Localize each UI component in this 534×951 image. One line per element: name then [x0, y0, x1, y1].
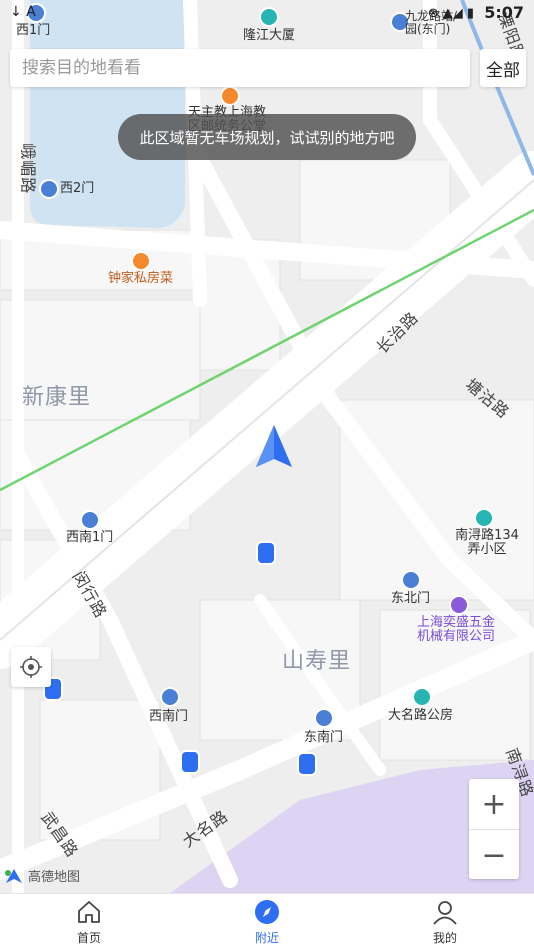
zoom-in-button[interactable]: +: [469, 779, 519, 829]
food-pin-icon[interactable]: [133, 253, 149, 269]
crosshair-icon: [20, 656, 42, 678]
poi-label[interactable]: 东南门: [304, 730, 343, 745]
toast-message: 此区域暂无车场规划，试试别的地方吧: [118, 114, 416, 160]
zoom-out-button[interactable]: −: [469, 829, 519, 880]
user-icon: [431, 898, 459, 926]
home-icon: [75, 898, 103, 926]
status-right-icons: ⊗ ▲◢ ▮: [427, 6, 474, 21]
status-bar: ↓ A ⊗ ▲◢ ▮ 5:07: [0, 0, 534, 28]
tab-label: 我的: [432, 931, 457, 945]
poi-label[interactable]: 隆江大厦: [243, 28, 295, 43]
current-location-arrow-icon: [256, 425, 292, 467]
tab-label: 首页: [76, 931, 101, 945]
amap-logo-icon: [5, 868, 22, 883]
district-label-shanshouli: 山寿里: [282, 649, 352, 674]
entrance-pin-icon[interactable]: [82, 512, 98, 528]
poi-label[interactable]: 南浔路134弄小区: [451, 528, 523, 558]
district-label-xinkangli: 新康里: [22, 385, 92, 410]
poi-label[interactable]: 西南1门: [66, 530, 113, 545]
map-brand: 高德地图: [4, 866, 80, 885]
entrance-pin-icon[interactable]: [162, 689, 178, 705]
food-pin-icon[interactable]: [222, 88, 238, 104]
status-left-icons: ↓ A: [10, 4, 36, 20]
poi-label[interactable]: 大名路公房: [388, 708, 453, 723]
tab-label: 附近: [254, 931, 279, 945]
filter-all-button[interactable]: 全部: [480, 49, 526, 87]
poi-label[interactable]: 钟家私房菜: [108, 271, 173, 286]
bus-stop-icon[interactable]: [258, 543, 274, 563]
bottom-tab-bar: 首页 附近 我的: [0, 893, 534, 951]
entrance-pin-icon[interactable]: [316, 710, 332, 726]
status-time: 5:07: [484, 3, 524, 22]
search-input[interactable]: [10, 49, 474, 87]
locate-button[interactable]: [11, 647, 51, 687]
poi-label[interactable]: 西南门: [149, 709, 188, 724]
tab-home[interactable]: 首页: [0, 894, 178, 951]
compass-icon: [253, 898, 281, 926]
bus-stop-icon[interactable]: [182, 752, 198, 772]
search-bar[interactable]: [10, 49, 474, 87]
building-pin-icon[interactable]: [414, 689, 430, 705]
poi-label[interactable]: 上海奕盛五金机械有限公司: [417, 615, 507, 645]
bus-stop-icon[interactable]: [299, 754, 315, 774]
tab-nearby[interactable]: 附近: [178, 894, 356, 951]
poi-label[interactable]: 东北门: [391, 591, 430, 606]
entrance-pin-icon[interactable]: [403, 572, 419, 588]
building-pin-icon[interactable]: [476, 510, 492, 526]
tab-mine[interactable]: 我的: [356, 894, 534, 951]
street-label-emei: 峨嵋路: [18, 143, 38, 195]
entrance-pin-icon[interactable]: [41, 181, 57, 197]
brand-label: 高德地图: [28, 870, 81, 885]
zoom-control: + −: [469, 779, 519, 879]
poi-label[interactable]: 西2门: [60, 181, 94, 196]
company-pin-icon[interactable]: [451, 597, 467, 613]
